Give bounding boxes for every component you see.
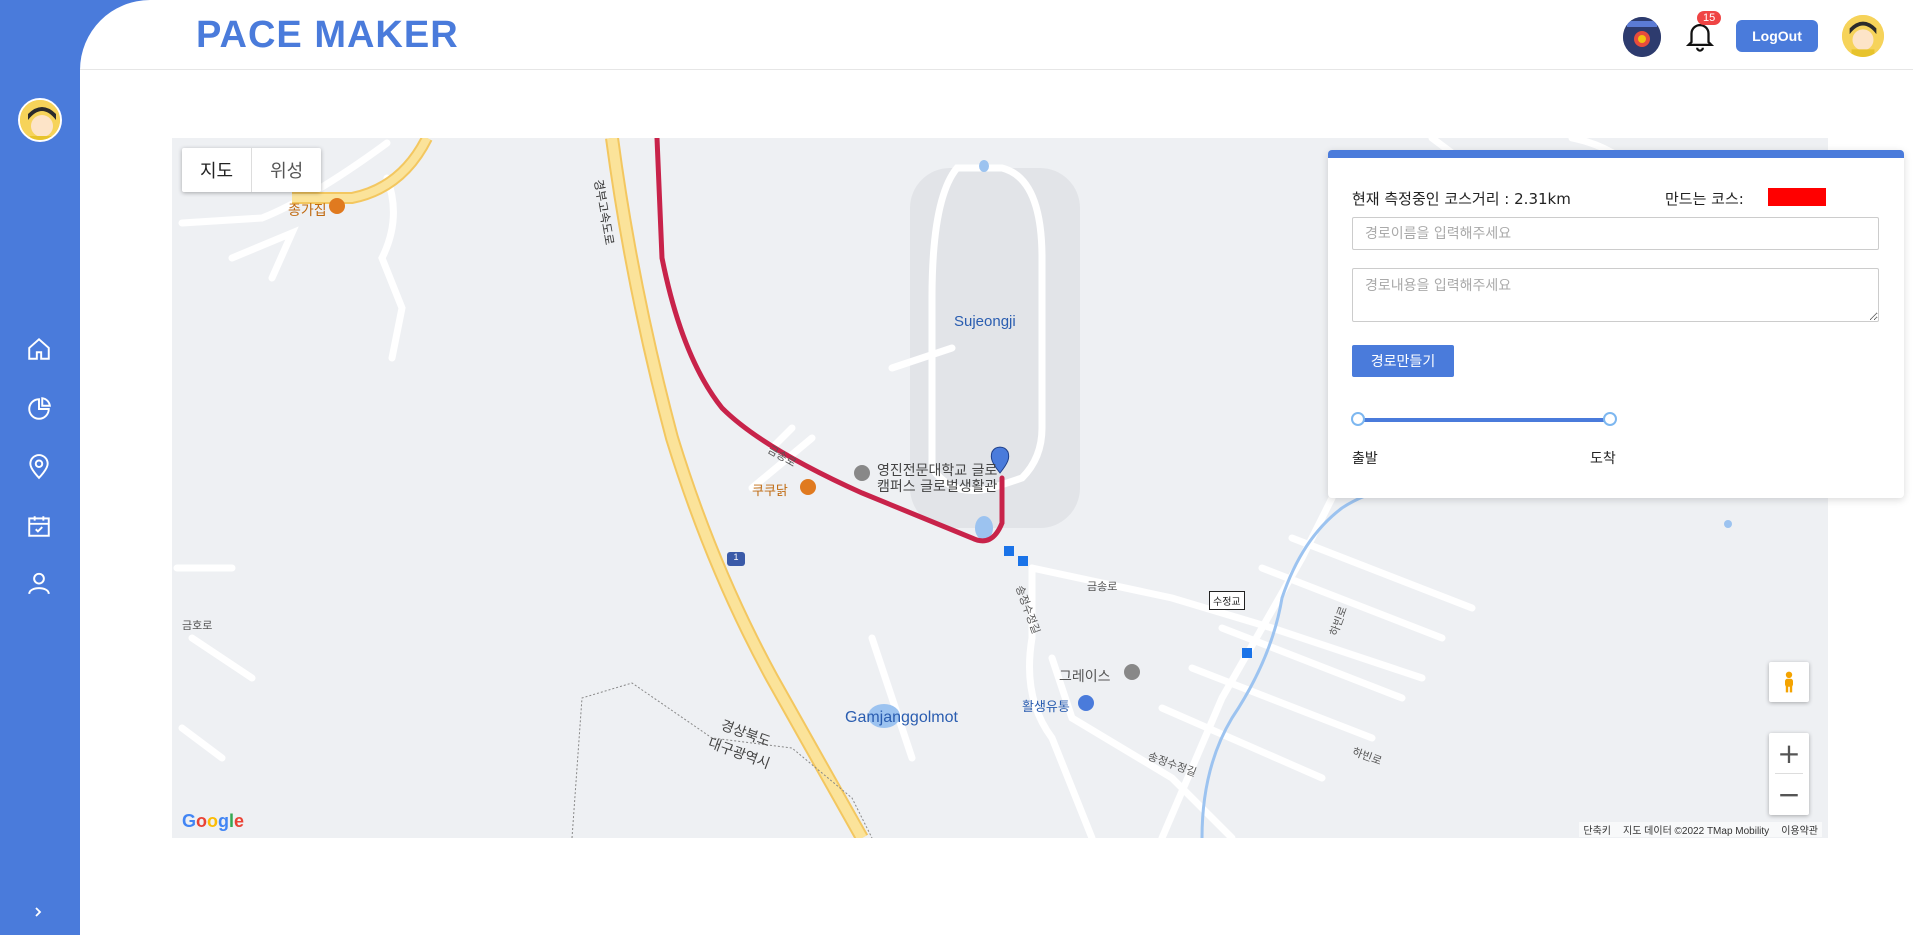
map-data-credit: 지도 데이터 ©2022 TMap Mobility <box>1623 826 1770 837</box>
sidebar-avatar[interactable] <box>18 98 62 142</box>
map-label-road: 금송로 <box>1087 580 1118 593</box>
sidebar-item-profile[interactable] <box>24 568 54 598</box>
sidebar-item-map[interactable] <box>24 452 54 482</box>
tab-satellite[interactable]: 위성 <box>251 148 321 192</box>
slider-end-label: 도착 <box>1590 451 1616 467</box>
sidebar-expand-button[interactable] <box>28 902 48 922</box>
location-pin-icon <box>29 454 49 480</box>
tab-map[interactable]: 지도 <box>182 148 251 192</box>
map-label-restaurant[interactable]: 쿠쿠닭 <box>752 480 788 499</box>
map-type-tabs: 지도 위성 <box>182 148 322 192</box>
map-label-bridge: 수정교 <box>1209 591 1245 610</box>
notification-count-badge: 15 <box>1697 11 1722 25</box>
logout-button[interactable]: LogOut <box>1736 20 1818 52</box>
google-logo: Google <box>182 811 245 831</box>
map-label-college[interactable]: 캠퍼스 글로벌생활관 <box>877 476 997 496</box>
top-header: PACE MAKER 15 LogOut <box>80 0 1913 70</box>
user-icon <box>28 572 50 595</box>
sidebar-item-calendar[interactable] <box>24 511 54 541</box>
pie-chart-icon <box>28 397 51 420</box>
slider-start-label: 출발 <box>1352 451 1378 467</box>
map-label-road: 금호로 <box>182 619 213 632</box>
zoom-control: + − <box>1769 733 1809 815</box>
user-avatar[interactable] <box>1842 15 1884 57</box>
terms-link[interactable]: 이용약관 <box>1781 822 1818 837</box>
main-content: PACE MAKER 15 LogOut 종가집 쿠쿠닭 경부고속도로 Suje… <box>80 0 1913 935</box>
highway-shield: 1 <box>727 552 745 566</box>
map-label-restaurant[interactable]: 종가집 <box>288 200 327 220</box>
map-label-place[interactable]: Sujeongji <box>954 313 1016 330</box>
keyboard-shortcuts-link[interactable]: 단축키 <box>1583 822 1611 837</box>
sidebar-item-stats[interactable] <box>24 394 54 424</box>
slider-end-handle[interactable] <box>1603 412 1617 426</box>
course-color-swatch[interactable] <box>1768 188 1826 206</box>
sidebar <box>0 0 90 935</box>
course-editor-panel: 현재 측정중인 코스거리 : 2.31km 만드는 코스: 경로만들기 출발 도… <box>1328 150 1904 498</box>
map-attribution: 단축키 지도 데이터 ©2022 TMap Mobility 이용약관 <box>1579 822 1822 837</box>
course-distance-text: 현재 측정중인 코스거리 : 2.31km <box>1352 190 1571 208</box>
pegman-icon <box>1785 671 1793 693</box>
calendar-check-icon <box>28 516 50 537</box>
slider-start-handle[interactable] <box>1351 412 1365 426</box>
street-view-pegman-button[interactable] <box>1769 662 1809 702</box>
app-title: PACE MAKER <box>196 14 459 56</box>
home-icon <box>28 337 50 360</box>
course-color-label: 만드는 코스: <box>1665 190 1744 208</box>
map-label-shop[interactable]: 활생유통 <box>1022 696 1070 715</box>
badge-icon[interactable] <box>1623 17 1661 57</box>
map-label-pond[interactable]: Gamjanggolmot <box>845 709 958 727</box>
sidebar-item-home[interactable] <box>24 334 54 364</box>
create-route-button[interactable]: 경로만들기 <box>1352 345 1454 377</box>
chevron-right-icon <box>35 907 42 917</box>
map-label-church[interactable]: 그레이스 <box>1059 666 1111 686</box>
route-range-slider[interactable] <box>1351 412 1617 426</box>
route-description-input[interactable] <box>1352 268 1879 322</box>
zoom-out-button[interactable]: − <box>1769 774 1809 814</box>
route-name-input[interactable] <box>1352 217 1879 250</box>
zoom-in-button[interactable]: + <box>1769 733 1809 773</box>
